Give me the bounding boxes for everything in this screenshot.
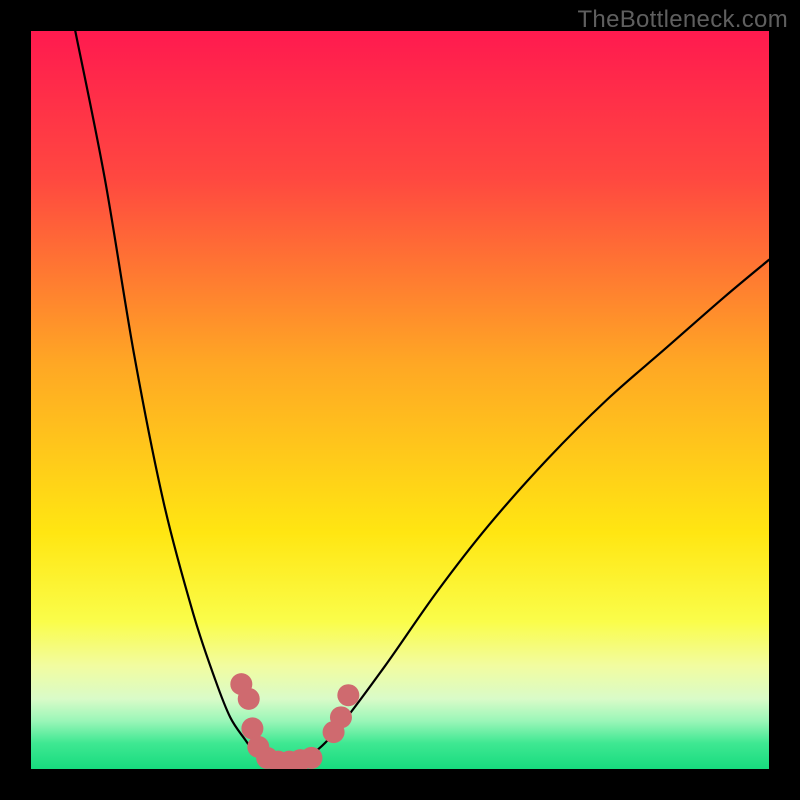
plot-area	[31, 31, 769, 769]
chart-frame: TheBottleneck.com	[0, 0, 800, 800]
marker-point	[330, 706, 352, 728]
bottleneck-chart-svg	[31, 31, 769, 769]
marker-point	[300, 747, 322, 769]
marker-point	[238, 688, 260, 710]
watermark-label: TheBottleneck.com	[577, 6, 788, 34]
marker-point	[337, 684, 359, 706]
